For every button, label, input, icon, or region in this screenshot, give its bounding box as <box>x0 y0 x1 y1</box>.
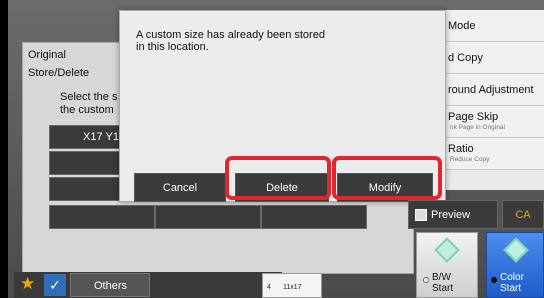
custom-size-slot-4[interactable] <box>49 205 155 229</box>
indicator-dot-icon <box>423 277 429 283</box>
panel-instruction-line2: the custom <box>60 104 114 116</box>
preview-icon <box>415 209 427 221</box>
custom-size-slot-6[interactable] <box>261 205 367 229</box>
cancel-button[interactable]: Cancel <box>134 173 226 202</box>
checkmark-icon[interactable]: ✓ <box>44 274 66 296</box>
bw-label: B/W <box>432 272 451 283</box>
menu-item-label: Page Skip <box>448 111 499 123</box>
menu-item-sublabel: nk Page in Original <box>450 124 505 131</box>
color-start-label: Start <box>500 283 522 294</box>
paper-size: 11x17 <box>283 284 302 291</box>
bw-start-button[interactable]: B/W Start <box>416 232 478 298</box>
clear-all-button[interactable]: CA <box>502 200 544 229</box>
start-diamond-icon <box>434 237 460 263</box>
delete-highlight-outline <box>225 156 331 200</box>
menu-item-label: Mode <box>448 20 476 32</box>
panel-title-line2: Store/Delete <box>28 67 90 79</box>
modify-highlight-outline <box>332 156 442 200</box>
menu-item-label: round Adjustment <box>448 84 534 96</box>
dialog-message-line2: in this location. <box>136 41 209 53</box>
panel-title-line1: Original <box>28 49 66 61</box>
menu-item-label: d Copy <box>448 52 483 64</box>
favorites-star-icon[interactable]: ★ <box>20 274 35 294</box>
menu-item-label: Ratio <box>448 143 474 155</box>
menu-item-sublabel: Reduce Copy <box>450 156 490 163</box>
tray-number: 4 <box>267 284 271 291</box>
others-label: Others <box>94 280 128 292</box>
color-start-button[interactable]: Color Start <box>486 232 544 298</box>
color-label: Color <box>500 272 524 283</box>
bottom-toolbar: ★ ✓ Others <box>14 272 282 298</box>
preview-label: Preview <box>431 209 471 221</box>
start-diamond-icon <box>503 237 529 263</box>
indicator-dot-icon <box>491 277 497 283</box>
panel-instruction-line1: Select the s <box>60 91 118 103</box>
preview-button[interactable]: Preview <box>408 200 498 229</box>
bw-start-label: Start <box>432 283 454 294</box>
paper-tray-indicator: 4 11x17 <box>262 273 322 298</box>
custom-size-slot-5[interactable] <box>155 205 261 229</box>
dialog-message-line1: A custom size has already been stored <box>136 29 325 41</box>
dialog-message: A custom size has already been stored in… <box>136 29 325 53</box>
